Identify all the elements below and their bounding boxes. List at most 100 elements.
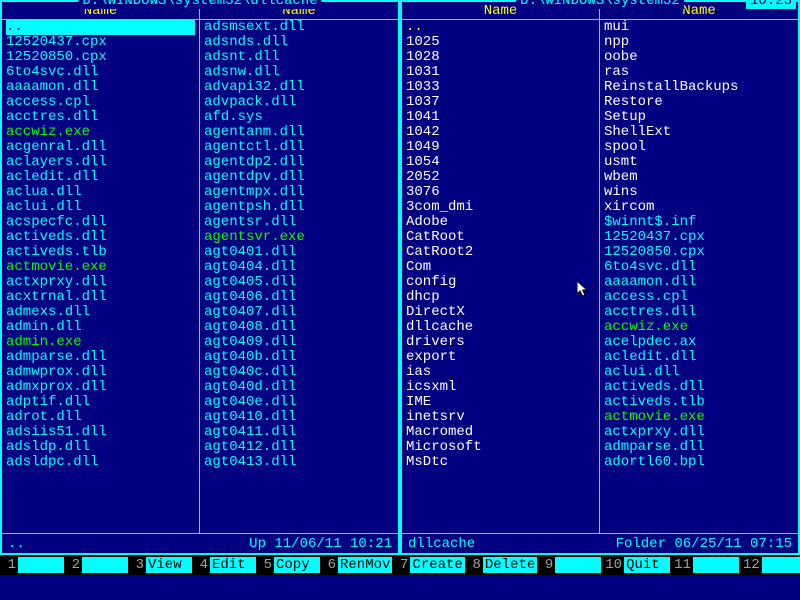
- file-item[interactable]: accwiz.exe: [604, 320, 794, 335]
- file-item[interactable]: actmovie.exe: [604, 410, 794, 425]
- file-item[interactable]: CatRoot: [406, 230, 595, 245]
- file-item[interactable]: acledit.dll: [6, 170, 195, 185]
- file-item[interactable]: 6to4svc.dll: [604, 260, 794, 275]
- file-item[interactable]: agentdpv.dll: [204, 170, 394, 185]
- file-item[interactable]: admwprox.dll: [6, 365, 195, 380]
- file-item[interactable]: adsnds.dll: [204, 35, 394, 50]
- file-item[interactable]: npp: [604, 35, 794, 50]
- fkey-3[interactable]: 3View: [130, 557, 192, 573]
- file-item[interactable]: agentmpx.dll: [204, 185, 394, 200]
- fkey-6[interactable]: 6RenMov: [322, 557, 392, 573]
- file-item[interactable]: icsxml: [406, 380, 595, 395]
- file-item[interactable]: acctres.dll: [6, 110, 195, 125]
- file-item[interactable]: Com: [406, 260, 595, 275]
- file-item[interactable]: agt0411.dll: [204, 425, 394, 440]
- file-item[interactable]: 12520850.cpx: [6, 50, 195, 65]
- file-item[interactable]: 1054: [406, 155, 595, 170]
- file-item[interactable]: 12520850.cpx: [604, 245, 794, 260]
- file-item[interactable]: agt040e.dll: [204, 395, 394, 410]
- file-item[interactable]: adsnt.dll: [204, 50, 394, 65]
- file-item[interactable]: ShellExt: [604, 125, 794, 140]
- file-item[interactable]: wbem: [604, 170, 794, 185]
- file-item[interactable]: agt0405.dll: [204, 275, 394, 290]
- file-item[interactable]: ReinstallBackups: [604, 80, 794, 95]
- file-item[interactable]: agt040d.dll: [204, 380, 394, 395]
- file-item[interactable]: agentdp2.dll: [204, 155, 394, 170]
- file-item[interactable]: adsldpc.dll: [6, 455, 195, 470]
- file-item[interactable]: 12520437.cpx: [6, 35, 195, 50]
- file-item[interactable]: mui: [604, 20, 794, 35]
- file-item[interactable]: MsDtc: [406, 455, 595, 470]
- file-item[interactable]: actxprxy.dll: [604, 425, 794, 440]
- file-item[interactable]: inetsrv: [406, 410, 595, 425]
- file-item[interactable]: dllcache: [406, 320, 595, 335]
- file-item[interactable]: agt040c.dll: [204, 365, 394, 380]
- file-item[interactable]: agt0408.dll: [204, 320, 394, 335]
- file-item[interactable]: agt0407.dll: [204, 305, 394, 320]
- file-item[interactable]: admin.dll: [6, 320, 195, 335]
- file-item[interactable]: 1025: [406, 35, 595, 50]
- file-item[interactable]: Adobe: [406, 215, 595, 230]
- file-item[interactable]: aclui.dll: [6, 200, 195, 215]
- fkey-7[interactable]: 7Create: [394, 557, 464, 573]
- file-item[interactable]: 1037: [406, 95, 595, 110]
- file-item[interactable]: adsmsext.dll: [204, 20, 394, 35]
- file-item[interactable]: admin.exe: [6, 335, 195, 350]
- file-item[interactable]: adptif.dll: [6, 395, 195, 410]
- fkey-9[interactable]: 9: [539, 557, 601, 573]
- file-item[interactable]: agentctl.dll: [204, 140, 394, 155]
- fkey-12[interactable]: 12: [741, 557, 800, 573]
- file-item[interactable]: ..: [6, 20, 195, 35]
- file-item[interactable]: xircom: [604, 200, 794, 215]
- file-item[interactable]: CatRoot2: [406, 245, 595, 260]
- file-item[interactable]: agt0413.dll: [204, 455, 394, 470]
- fkey-2[interactable]: 2: [66, 557, 128, 573]
- file-item[interactable]: Macromed: [406, 425, 595, 440]
- file-item[interactable]: export: [406, 350, 595, 365]
- file-item[interactable]: admexs.dll: [6, 305, 195, 320]
- file-item[interactable]: admxprox.dll: [6, 380, 195, 395]
- file-item[interactable]: ras: [604, 65, 794, 80]
- file-item[interactable]: Setup: [604, 110, 794, 125]
- file-item[interactable]: activeds.tlb: [6, 245, 195, 260]
- file-item[interactable]: aclui.dll: [604, 365, 794, 380]
- file-item[interactable]: access.cpl: [6, 95, 195, 110]
- file-item[interactable]: advpack.dll: [204, 95, 394, 110]
- file-item[interactable]: activeds.dll: [604, 380, 794, 395]
- file-item[interactable]: dhcp: [406, 290, 595, 305]
- file-item[interactable]: 2052: [406, 170, 595, 185]
- file-item[interactable]: config: [406, 275, 595, 290]
- file-item[interactable]: acelpdec.ax: [604, 335, 794, 350]
- fkey-11[interactable]: 11: [672, 557, 739, 573]
- file-item[interactable]: 6to4svc.dll: [6, 65, 195, 80]
- file-item[interactable]: admparse.dll: [604, 440, 794, 455]
- file-item[interactable]: acspecfc.dll: [6, 215, 195, 230]
- file-item[interactable]: adrot.dll: [6, 410, 195, 425]
- file-item[interactable]: 1049: [406, 140, 595, 155]
- file-item[interactable]: agt040b.dll: [204, 350, 394, 365]
- file-item[interactable]: actmovie.exe: [6, 260, 195, 275]
- file-item[interactable]: agt0401.dll: [204, 245, 394, 260]
- file-item[interactable]: adsldp.dll: [6, 440, 195, 455]
- file-item[interactable]: agentanm.dll: [204, 125, 394, 140]
- file-item[interactable]: usmt: [604, 155, 794, 170]
- file-item[interactable]: activeds.tlb: [604, 395, 794, 410]
- file-item[interactable]: 1033: [406, 80, 595, 95]
- file-item[interactable]: ..: [406, 20, 595, 35]
- file-item[interactable]: aclua.dll: [6, 185, 195, 200]
- file-item[interactable]: access.cpl: [604, 290, 794, 305]
- file-item[interactable]: drivers: [406, 335, 595, 350]
- file-item[interactable]: 3076: [406, 185, 595, 200]
- file-item[interactable]: afd.sys: [204, 110, 394, 125]
- file-item[interactable]: accwiz.exe: [6, 125, 195, 140]
- fkey-4[interactable]: 4Edit: [194, 557, 256, 573]
- file-item[interactable]: aaaamon.dll: [604, 275, 794, 290]
- file-item[interactable]: agt0409.dll: [204, 335, 394, 350]
- file-item[interactable]: Microsoft: [406, 440, 595, 455]
- file-item[interactable]: 12520437.cpx: [604, 230, 794, 245]
- file-item[interactable]: agt0404.dll: [204, 260, 394, 275]
- file-item[interactable]: IME: [406, 395, 595, 410]
- file-item[interactable]: acledit.dll: [604, 350, 794, 365]
- file-item[interactable]: spool: [604, 140, 794, 155]
- file-item[interactable]: actxprxy.dll: [6, 275, 195, 290]
